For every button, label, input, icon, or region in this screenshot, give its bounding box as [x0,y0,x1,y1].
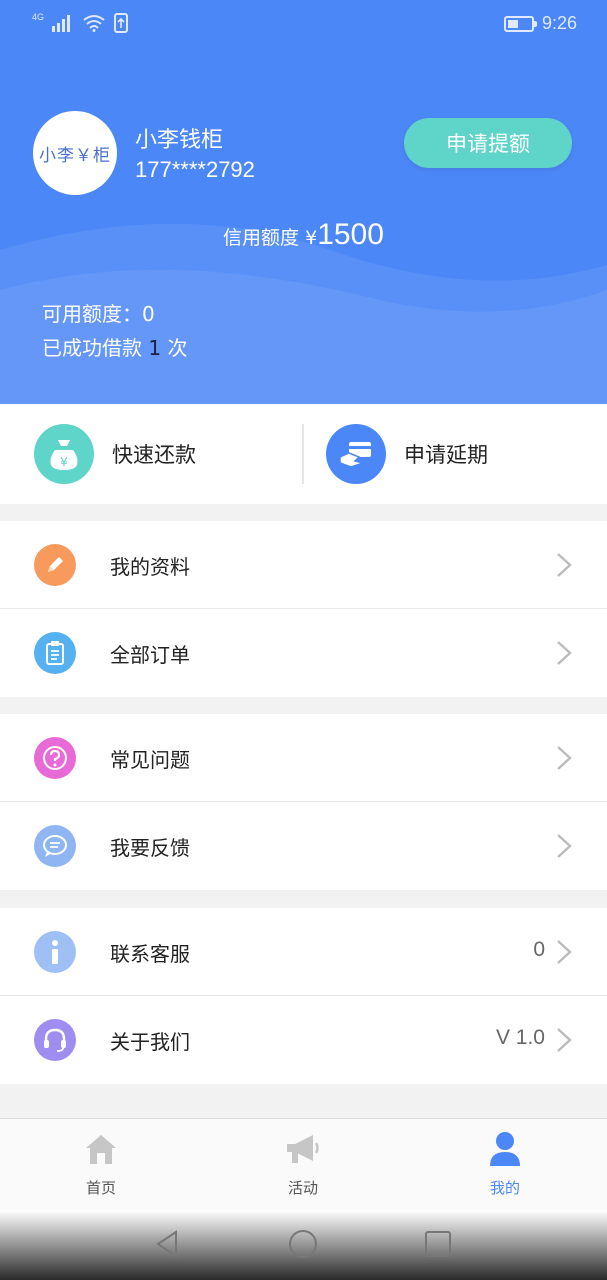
menu-item-customer-service[interactable]: 联系客服 0 [0,908,607,996]
tab-home[interactable]: 首页 [51,1129,151,1199]
menu-item-faq[interactable]: 常见问题 [0,714,607,802]
menu-item-value: 0 [533,938,545,961]
user-name: 小李钱柜 [135,128,224,153]
credit-limit: 信用额度 ¥1500 [0,218,607,252]
menu-item-label: 联系客服 [110,942,190,966]
tab-activity[interactable]: 活动 [253,1129,353,1199]
menu-item-label: 全部订单 [110,643,190,667]
system-nav-bar [0,1210,607,1280]
quick-repay-label: 快速还款 [112,443,196,467]
chevron-right-icon [557,834,572,858]
chevron-right-icon [557,641,572,665]
menu-item-orders[interactable]: 全部订单 [0,609,607,697]
menu-item-profile[interactable]: 我的资料 [0,521,607,609]
menu-item-value: V 1.0 [495,1026,545,1049]
pencil-icon [34,544,76,586]
upload-icon [114,13,129,33]
wifi-icon [83,15,105,32]
user-phone: 177****2792 [135,157,255,182]
menu-item-feedback[interactable]: 我要反馈 [0,802,607,890]
chat-bubble-icon [34,825,76,867]
svg-text:¥: ¥ [59,454,68,469]
profile-header: 4G 9:26 小李￥柜 小李钱柜 177****2792 申请提额 信用额度 … [0,0,607,404]
headset-icon [34,1019,76,1061]
status-bar: 4G 9:26 [0,0,607,52]
battery-icon [503,15,537,32]
question-icon [34,737,76,779]
info-icon [34,931,76,973]
available-limit: 可用额度：0 [42,302,155,326]
quick-actions-divider [302,424,304,484]
quick-repay-button[interactable]: ¥ 快速还款 [34,424,196,484]
apply-increase-button[interactable]: 申请提额 [404,118,572,168]
card-hand-icon [326,424,386,484]
status-time: 9:26 [541,13,577,33]
borrowed-count: 已成功借款 1 次 [42,332,187,361]
recent-apps-icon[interactable] [422,1228,454,1260]
borrowed-suffix: 次 [167,336,188,360]
chevron-right-icon [557,1028,572,1052]
borrowed-prefix: 已成功借款 [42,336,142,360]
back-icon[interactable] [152,1228,184,1260]
chevron-right-icon [557,553,572,577]
credit-label: 信用额度 ¥ [223,227,318,249]
apply-extension-label: 申请延期 [404,443,488,467]
borrowed-number: 1 [148,336,162,360]
home-icon [86,1135,116,1164]
avatar[interactable]: 小李￥柜 [33,111,117,195]
tab-label: 我的 [489,1179,520,1197]
clipboard-icon [34,632,76,674]
apply-extension-button[interactable]: 申请延期 [326,424,488,484]
tab-label: 首页 [85,1179,116,1197]
chevron-right-icon [557,940,572,964]
credit-amount: 1500 [317,218,384,251]
network-type: 4G [32,12,45,22]
menu-item-label: 我的资料 [110,555,190,579]
home-circle-icon[interactable] [287,1228,319,1260]
tab-mine[interactable]: 我的 [455,1129,555,1199]
menu-item-about[interactable]: 关于我们 V 1.0 [0,996,607,1084]
person-icon [490,1132,520,1166]
menu-item-label: 关于我们 [110,1030,190,1054]
avatar-text: 小李￥柜 [39,145,111,165]
chevron-right-icon [557,746,572,770]
menu-item-label: 我要反馈 [110,836,190,860]
menu-item-label: 常见问题 [110,748,190,772]
bottom-tab-bar: 首页 活动 我的 [0,1118,607,1210]
quick-actions: ¥ 快速还款 申请延期 [0,404,607,504]
money-bag-icon: ¥ [34,424,94,484]
signal-icon [52,15,71,32]
megaphone-icon [287,1135,319,1163]
tab-label: 活动 [287,1179,318,1197]
